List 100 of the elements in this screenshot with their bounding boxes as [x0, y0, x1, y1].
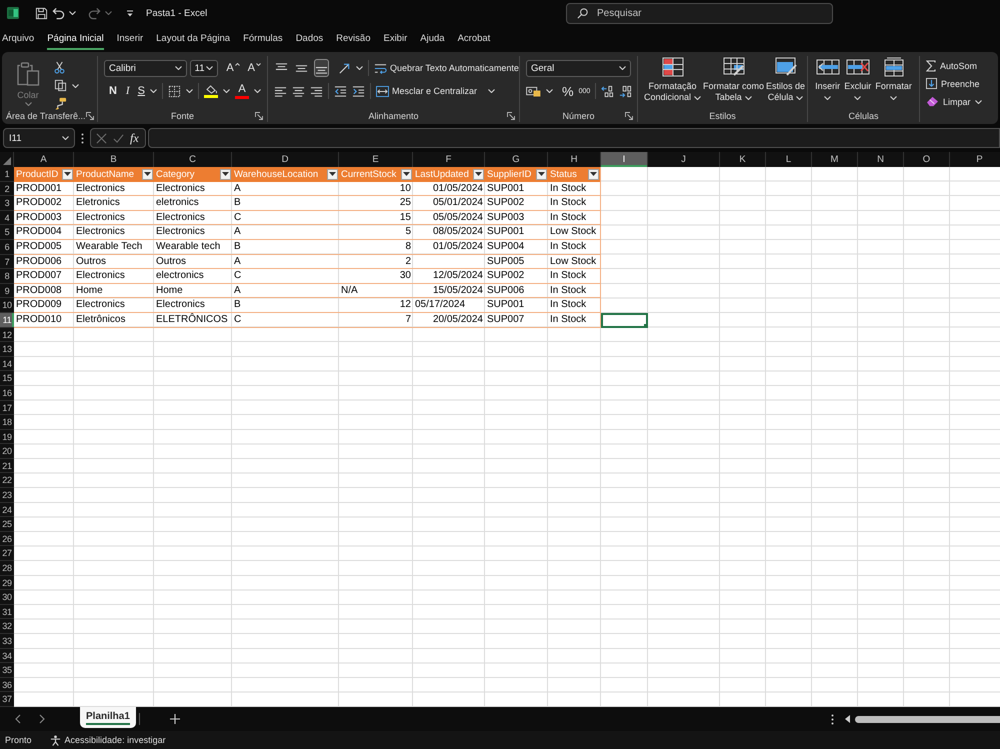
- row-header[interactable]: 28: [0, 561, 14, 576]
- check-icon[interactable]: [113, 132, 124, 144]
- active-cell[interactable]: [601, 312, 648, 328]
- row-header[interactable]: 23: [0, 488, 14, 503]
- plus-icon[interactable]: [170, 714, 180, 724]
- filter-button[interactable]: [142, 168, 153, 180]
- row-header[interactable]: 18: [0, 415, 14, 430]
- column-header[interactable]: M: [812, 152, 858, 167]
- row-header[interactable]: 30: [0, 590, 14, 605]
- column-header[interactable]: H: [548, 152, 601, 167]
- column-header[interactable]: C: [154, 152, 232, 167]
- column-header[interactable]: D: [232, 152, 339, 167]
- more-icon[interactable]: [831, 714, 834, 724]
- menu-tab[interactable]: Fórmulas: [243, 33, 283, 50]
- row-header[interactable]: 26: [0, 532, 14, 546]
- row-header[interactable]: 25: [0, 517, 14, 532]
- grow-font-button[interactable]: A: [226, 62, 240, 74]
- decrease-decimal-icon[interactable]: [619, 84, 632, 98]
- column-header[interactable]: G: [485, 152, 548, 167]
- row-header[interactable]: 13: [0, 342, 14, 357]
- menu-tab[interactable]: Acrobat: [458, 33, 490, 50]
- column-header[interactable]: O: [904, 152, 950, 167]
- filter-button[interactable]: [401, 168, 412, 180]
- column-header[interactable]: J: [648, 152, 720, 167]
- bold-button[interactable]: N: [108, 84, 118, 98]
- row-header[interactable]: 5: [0, 225, 14, 240]
- launcher-icon[interactable]: [255, 112, 263, 120]
- menu-tab[interactable]: Inserir: [116, 33, 144, 50]
- align-center-icon[interactable]: [292, 84, 305, 98]
- row-header[interactable]: 12: [0, 328, 14, 342]
- select-all-button[interactable]: [0, 152, 14, 167]
- menu-tab[interactable]: Dados: [296, 33, 324, 50]
- menu-tab[interactable]: Página Inicial: [47, 33, 104, 50]
- row-header[interactable]: 3: [0, 196, 14, 211]
- row-header[interactable]: 6: [0, 240, 14, 255]
- banknote-icon[interactable]: [526, 86, 541, 96]
- delete-button[interactable]: Excluir: [844, 57, 872, 109]
- diagonal-arrow-icon[interactable]: [338, 62, 351, 74]
- scroll-left-icon[interactable]: [845, 715, 850, 723]
- font-size-dropdown[interactable]: 11: [190, 60, 218, 76]
- insert-button[interactable]: Inserir: [815, 57, 840, 109]
- conditional-formatting-button[interactable]: Formatação Condicional: [644, 57, 702, 109]
- row-header[interactable]: 9: [0, 284, 14, 298]
- menu-tab[interactable]: Layout da Página: [156, 33, 230, 50]
- row-header[interactable]: 11: [0, 312, 14, 328]
- brush-icon[interactable]: [54, 97, 67, 110]
- undo-icon[interactable]: [52, 6, 65, 20]
- menu-tab[interactable]: Exibir: [383, 33, 408, 50]
- launcher-icon[interactable]: [625, 112, 633, 120]
- shrink-font-button[interactable]: A: [248, 62, 261, 74]
- percent-button[interactable]: %: [562, 84, 574, 98]
- column-header[interactable]: K: [720, 152, 766, 167]
- column-header[interactable]: L: [766, 152, 812, 167]
- copy-icon[interactable]: [54, 79, 67, 92]
- row-header[interactable]: 32: [0, 619, 14, 634]
- clear-button[interactable]: Limpar: [926, 94, 992, 109]
- row-header[interactable]: 1: [0, 167, 14, 182]
- autosum-button[interactable]: AutoSom: [926, 58, 992, 73]
- merge-button[interactable]: Mesclar e Centralizar: [376, 86, 496, 96]
- italic-button[interactable]: I: [122, 84, 133, 98]
- scrollbar-thumb[interactable]: [855, 716, 1000, 722]
- chevron-right-icon[interactable]: [39, 714, 45, 724]
- row-header[interactable]: 20: [0, 444, 14, 459]
- filter-button[interactable]: [220, 168, 231, 180]
- align-bottom-button[interactable]: [314, 59, 329, 77]
- menu-tab[interactable]: Revisão: [336, 33, 370, 50]
- row-header[interactable]: 7: [0, 254, 14, 270]
- underline-button[interactable]: S: [138, 84, 145, 98]
- row-header[interactable]: 37: [0, 692, 14, 707]
- insert-function-button[interactable]: fx: [130, 131, 139, 145]
- font-name-dropdown[interactable]: Calibri: [104, 60, 187, 76]
- launcher-icon[interactable]: [507, 112, 515, 120]
- menu-tab[interactable]: Arquivo: [2, 33, 34, 50]
- row-header[interactable]: 35: [0, 663, 14, 678]
- bucket-icon[interactable]: [204, 84, 218, 94]
- menu-tab[interactable]: Ajuda: [420, 33, 445, 50]
- save-icon[interactable]: [35, 6, 48, 20]
- fill-button[interactable]: Preenche: [926, 76, 992, 91]
- row-header[interactable]: 31: [0, 604, 14, 620]
- column-header[interactable]: A: [14, 152, 74, 167]
- row-header[interactable]: 15: [0, 371, 14, 386]
- accessibility-button[interactable]: Acessibilidade: investigar: [50, 734, 166, 746]
- row-header[interactable]: 22: [0, 473, 14, 488]
- chevron-left-icon[interactable]: [15, 714, 21, 724]
- filter-button[interactable]: [473, 168, 484, 180]
- row-header[interactable]: 27: [0, 546, 14, 562]
- sheet-tab[interactable]: Planilha1: [80, 707, 136, 728]
- row-header[interactable]: 10: [0, 298, 14, 313]
- launcher-icon[interactable]: [86, 112, 94, 120]
- row-header[interactable]: 33: [0, 634, 14, 649]
- formula-field[interactable]: [148, 128, 1000, 148]
- column-header[interactable]: I: [601, 152, 648, 167]
- borders-icon[interactable]: [168, 84, 181, 98]
- row-header[interactable]: 24: [0, 502, 14, 518]
- align-left-icon[interactable]: [274, 84, 287, 98]
- row-header[interactable]: 14: [0, 356, 14, 372]
- row-header[interactable]: 21: [0, 458, 14, 474]
- column-header[interactable]: N: [858, 152, 904, 167]
- row-header[interactable]: 2: [0, 182, 14, 196]
- column-header[interactable]: E: [339, 152, 413, 167]
